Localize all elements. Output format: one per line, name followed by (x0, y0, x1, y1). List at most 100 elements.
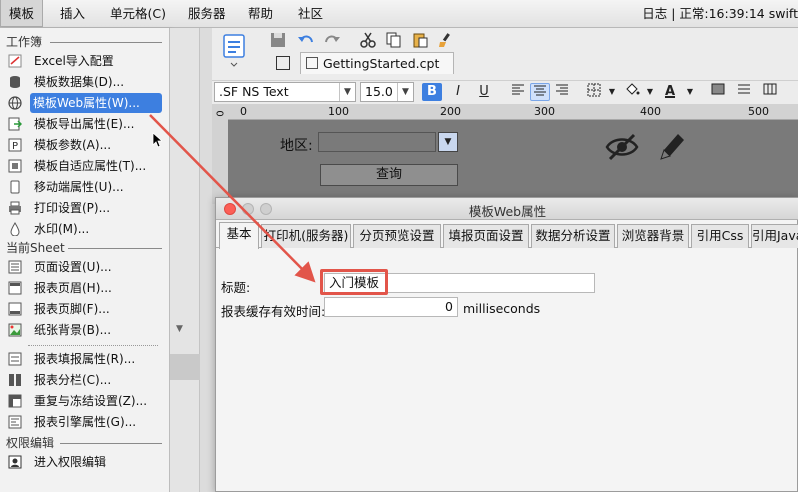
underline-button[interactable]: U (474, 83, 494, 101)
fill-property-icon (8, 352, 22, 366)
area-label: 地区: (280, 138, 313, 154)
printer-icon (8, 201, 22, 215)
menu-item-datasets[interactable]: 模板数据集(D)... (2, 72, 166, 92)
tab-basic[interactable]: 基本 (219, 222, 259, 249)
section-current-sheet: 当前Sheet (6, 241, 65, 255)
copy-icon[interactable] (384, 32, 404, 52)
menu-item-excel-import[interactable]: Excel导入配置 (2, 51, 166, 71)
panel-selected-block (170, 354, 200, 380)
menu-item-adaptive[interactable]: 模板自适应属性(T)... (2, 156, 166, 176)
parameter-icon: P (8, 138, 22, 152)
side-panel-strip: ▼ (170, 28, 200, 492)
menu-item-mobile[interactable]: 移动端属性(U)... (2, 177, 166, 197)
vertical-ruler: 0 (212, 104, 228, 204)
menu-item-page-setup[interactable]: 页面设置(U)... (2, 257, 166, 277)
new-template-icon[interactable] (222, 33, 246, 69)
menu-help[interactable]: 帮助 (240, 0, 281, 27)
italic-button[interactable]: I (448, 83, 468, 101)
page-setup-icon (8, 260, 22, 274)
column-width-icon[interactable] (760, 83, 780, 101)
hidden-eye-icon[interactable] (604, 132, 640, 162)
cache-time-unit: milliseconds (463, 301, 541, 316)
tab-data-analysis[interactable]: 数据分析设置 (531, 224, 615, 248)
section-divider (68, 248, 162, 249)
chevron-down-icon: ▼ (397, 83, 413, 101)
menu-item-columns[interactable]: 报表分栏(C)... (2, 370, 166, 390)
align-right-icon[interactable] (552, 83, 572, 101)
menu-item-header[interactable]: 报表页眉(H)... (2, 278, 166, 298)
border-icon[interactable] (584, 83, 604, 101)
chevron-down-icon: ▼ (339, 83, 355, 101)
bold-button[interactable]: B (422, 83, 442, 101)
collapse-triangle-icon[interactable]: ▼ (176, 324, 183, 334)
font-size-select[interactable]: 15.0 ▼ (360, 82, 414, 102)
menu-item-parameters[interactable]: P 模板参数(A)... (2, 135, 166, 155)
paste-icon[interactable] (410, 32, 430, 52)
menu-item-paper-background[interactable]: 纸张背景(B)... (2, 320, 166, 340)
font-family-select[interactable]: .SF NS Text ▼ (214, 82, 356, 102)
tab-printer-server[interactable]: 打印机(服务器) (261, 224, 351, 248)
cache-time-input[interactable]: 0 (324, 297, 458, 317)
menu-item-watermark[interactable]: 水印(M)... (2, 219, 166, 239)
menu-item-print-settings[interactable]: 打印设置(P)... (2, 198, 166, 218)
edit-pencil-icon[interactable] (656, 130, 686, 164)
merge-cells-icon[interactable] (708, 83, 728, 101)
undo-icon[interactable] (296, 32, 316, 52)
font-color-button[interactable]: A (660, 83, 680, 101)
menu-item-export-attributes[interactable]: 模板导出属性(E)... (2, 114, 166, 134)
adaptive-icon (8, 159, 22, 173)
tab-page-preview[interactable]: 分页预览设置 (353, 224, 441, 248)
tab-ref-java[interactable]: 引用Java (751, 224, 798, 248)
chevron-down-icon[interactable]: ▼ (602, 83, 622, 101)
dialog-titlebar: 模板Web属性 (216, 198, 798, 220)
template-dropdown-menu: 工作簿 Excel导入配置 模板数据集(D)... 模板Web属性(W)... … (0, 28, 170, 492)
menu-server[interactable]: 服务器 (180, 0, 234, 27)
menu-template[interactable]: 模板 (0, 0, 44, 27)
tab-ref-css[interactable]: 引用Css (691, 224, 749, 248)
footer-icon (8, 302, 22, 316)
chevron-down-icon[interactable]: ▼ (640, 83, 660, 101)
menu-community[interactable]: 社区 (290, 0, 331, 27)
format-toolbar: .SF NS Text ▼ 15.0 ▼ B I U ▼ ▼ A ▼ (212, 80, 798, 102)
cut-icon[interactable] (358, 32, 378, 52)
engine-icon (8, 415, 22, 429)
menu-item-fill-properties[interactable]: 报表填报属性(R)... (2, 349, 166, 369)
menu-item-footer[interactable]: 报表页脚(F)... (2, 299, 166, 319)
menu-item-enter-permission-edit[interactable]: 进入权限编辑 (2, 452, 166, 472)
fill-color-icon[interactable] (622, 83, 642, 101)
background-image-icon (8, 323, 22, 337)
menu-item-repeat-freeze[interactable]: 重复与冻结设置(Z)... (2, 391, 166, 411)
dropdown-widget-icon[interactable]: ▼ (438, 132, 458, 152)
section-divider (50, 42, 162, 43)
query-button[interactable]: 查询 (320, 164, 458, 186)
tab-fill-page[interactable]: 填报页面设置 (443, 224, 529, 248)
menu-item-web-attributes[interactable]: 模板Web属性(W)... (30, 93, 162, 113)
grid-view-icon[interactable] (276, 56, 290, 70)
row-height-icon[interactable] (734, 83, 754, 101)
dialog-tabs: 基本 打印机(服务器) 分页预览设置 填报页面设置 数据分析设置 浏览器背景 引… (216, 222, 798, 249)
save-icon[interactable] (268, 32, 288, 52)
section-permission: 权限编辑 (6, 436, 55, 450)
web-attributes-dialog: 模板Web属性 基本 打印机(服务器) 分页预览设置 填报页面设置 数据分析设置… (215, 197, 798, 492)
menu-separator (28, 345, 158, 346)
align-left-icon[interactable] (508, 83, 528, 101)
dialog-title: 模板Web属性 (468, 204, 547, 219)
redo-icon[interactable] (322, 32, 342, 52)
report-design-canvas[interactable] (228, 120, 798, 200)
menu-cell[interactable]: 单元格(C) (102, 0, 174, 27)
mobile-icon (8, 180, 22, 194)
title-label: 标题: (221, 280, 251, 295)
tab-browser-background[interactable]: 浏览器背景 (617, 224, 689, 248)
menubar: 模板 插入 单元格(C) 服务器 帮助 社区 日志 | 正常:16:39:14 … (0, 0, 798, 28)
menu-item-engine[interactable]: 报表引擎属性(G)... (2, 412, 166, 432)
menu-insert[interactable]: 插入 (52, 0, 93, 27)
horizontal-ruler: 0 100 200 300 400 500 (212, 104, 798, 120)
freeze-icon (8, 394, 22, 408)
annotation-highlight-box (320, 269, 388, 295)
format-brush-icon[interactable] (436, 32, 456, 52)
area-combobox-widget[interactable] (318, 132, 436, 152)
align-center-icon[interactable] (530, 83, 550, 101)
file-tab-gettingstarted[interactable]: GettingStarted.cpt (300, 52, 454, 74)
chevron-down-icon[interactable]: ▼ (680, 83, 700, 101)
watermark-icon (8, 222, 22, 237)
